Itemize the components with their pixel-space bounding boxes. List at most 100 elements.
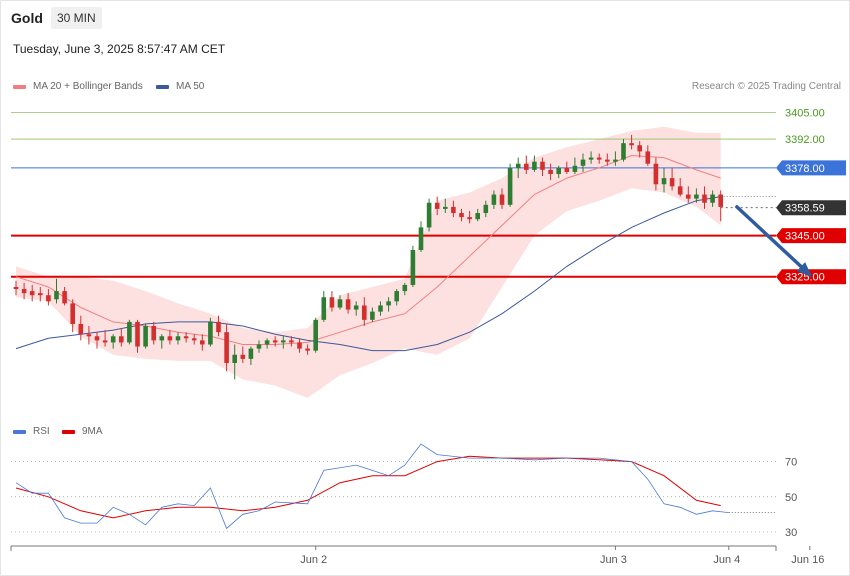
- rsi-ma-line: [15, 455, 721, 519]
- candle-body: [426, 202, 432, 228]
- candle-body: [313, 319, 318, 351]
- candle-body: [102, 340, 108, 343]
- rsi-tick-70: 70: [785, 457, 797, 469]
- candle-body: [653, 163, 659, 185]
- candle-body: [524, 163, 529, 170]
- candle-body: [572, 165, 578, 172]
- candle-body: [702, 194, 707, 203]
- candle-body: [54, 291, 59, 300]
- candle-body: [191, 338, 197, 341]
- candle-body: [329, 297, 335, 308]
- candle-body: [208, 321, 213, 345]
- level-label-3345-00: 3345.00: [785, 231, 825, 243]
- candle-body: [483, 204, 489, 214]
- candle-body: [418, 227, 424, 250]
- candle-body: [248, 348, 254, 359]
- rsi-tick-30: 30: [785, 527, 797, 539]
- candle-body: [256, 344, 262, 349]
- x-tick-label: Jun 3: [600, 554, 627, 566]
- candle-body: [86, 334, 92, 337]
- candle-body: [661, 178, 667, 185]
- candle-body: [540, 161, 545, 170]
- price-chart[interactable]: 3405.003392.003378.003358.593345.003325.…: [0, 0, 850, 576]
- candle-body: [451, 206, 456, 214]
- candle-body: [216, 321, 221, 333]
- level-label-3378-00: 3378.00: [785, 163, 825, 175]
- candle-body: [370, 311, 375, 320]
- candle-body: [175, 336, 181, 341]
- candle-body: [710, 194, 715, 203]
- candle-body: [345, 299, 351, 310]
- candle-body: [596, 157, 602, 160]
- candle-body: [38, 293, 43, 296]
- candle-body: [353, 305, 359, 310]
- candle-body: [29, 291, 35, 296]
- candle-body: [629, 143, 634, 146]
- candle-body: [94, 336, 100, 341]
- candle-body: [119, 336, 124, 343]
- candle-body: [264, 340, 270, 345]
- candle-body: [637, 145, 642, 152]
- level-label-3358-59: 3358.59: [785, 203, 825, 215]
- candle-body: [507, 167, 513, 205]
- candle-body: [459, 213, 464, 218]
- candle-body: [46, 295, 51, 302]
- rsi-tick-50: 50: [785, 492, 797, 504]
- candle-body: [718, 194, 723, 207]
- candle-body: [605, 159, 610, 162]
- candle-body: [669, 178, 675, 187]
- candle-body: [143, 326, 148, 347]
- candle-body: [467, 217, 472, 220]
- level-label-3405-00: 3405.00: [785, 107, 825, 119]
- candle-body: [127, 321, 132, 343]
- x-tick-label: Jun 2: [300, 554, 327, 566]
- candle-body: [281, 340, 286, 343]
- candle-body: [394, 291, 399, 302]
- candle-body: [13, 286, 19, 290]
- candle-body: [167, 336, 173, 341]
- candle-body: [475, 213, 480, 220]
- candle-body: [378, 305, 383, 312]
- candle-body: [499, 194, 505, 205]
- candle-body: [515, 163, 521, 168]
- candle-body: [645, 151, 651, 164]
- candle-body: [110, 336, 116, 343]
- candle-body: [78, 323, 84, 335]
- candle-body: [386, 301, 391, 306]
- x-tick-label: Jun 16: [791, 554, 824, 566]
- candle-body: [491, 194, 497, 205]
- candle-body: [402, 284, 408, 292]
- candle-body: [21, 289, 27, 294]
- candle-body: [556, 167, 561, 174]
- level-label-3392-00: 3392.00: [785, 134, 825, 146]
- candle-body: [297, 342, 302, 349]
- candle-body: [621, 143, 626, 160]
- candle-body: [677, 186, 683, 195]
- candle-body: [321, 297, 327, 320]
- candle-body: [410, 250, 416, 285]
- candle-body: [183, 336, 189, 339]
- candle-body: [305, 348, 310, 351]
- candle-body: [200, 340, 205, 345]
- candle-body: [135, 321, 140, 347]
- candle-body: [434, 202, 440, 209]
- candle-body: [159, 336, 165, 341]
- candle-body: [272, 340, 278, 343]
- candle-body: [289, 340, 294, 343]
- candle-body: [362, 305, 367, 320]
- candle-body: [686, 194, 691, 199]
- candle-body: [151, 326, 156, 341]
- x-tick-label: Jun 4: [713, 554, 740, 566]
- candle-body: [588, 157, 594, 160]
- candle-body: [240, 354, 246, 359]
- candle-body: [337, 299, 343, 308]
- candle-body: [232, 354, 237, 363]
- candle-body: [548, 169, 553, 174]
- candle-body: [564, 167, 570, 172]
- candle-body: [70, 303, 75, 324]
- candle-body: [532, 161, 537, 170]
- candle-body: [580, 159, 586, 166]
- candle-body: [62, 291, 67, 304]
- candle-body: [613, 159, 618, 162]
- candle-body: [443, 206, 448, 209]
